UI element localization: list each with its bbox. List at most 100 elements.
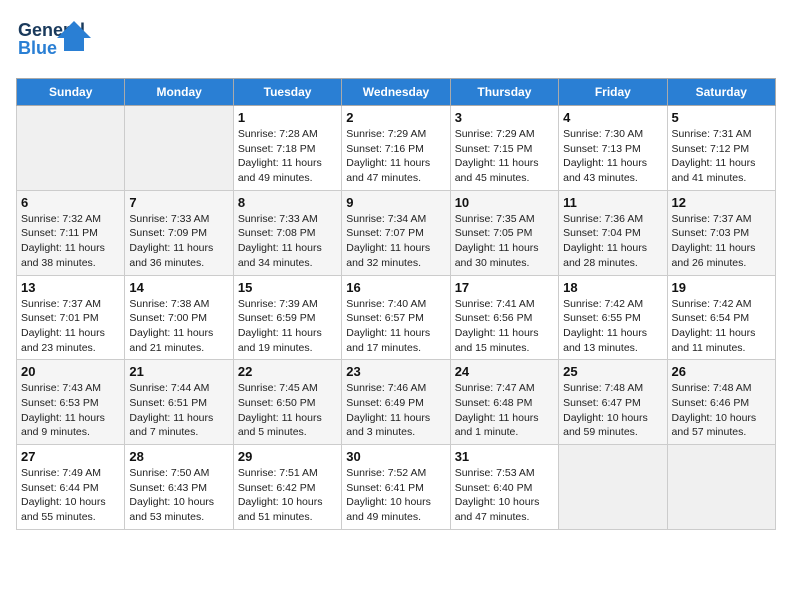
calendar-cell: 22 Sunrise: 7:45 AMSunset: 6:50 PMDayligh… bbox=[233, 360, 341, 445]
day-info: Sunrise: 7:49 AMSunset: 6:44 PMDaylight:… bbox=[21, 466, 120, 525]
calendar-cell: 9Sunrise: 7:34 AMSunset: 7:07 PMDaylight… bbox=[342, 190, 450, 275]
day-info: Sunrise: 7:40 AMSunset: 6:57 PMDaylight:… bbox=[346, 297, 445, 356]
day-number: 30 bbox=[346, 449, 445, 464]
day-number: 25 bbox=[563, 364, 662, 379]
day-info: Sunrise: 7:51 AMSunset: 6:42 PMDaylight:… bbox=[238, 466, 337, 525]
calendar-table: SundayMondayTuesdayWednesdayThursdayFrid… bbox=[16, 78, 776, 530]
calendar-cell: 24 Sunrise: 7:47 AMSunset: 6:48 PMDayligh… bbox=[450, 360, 558, 445]
day-number: 9 bbox=[346, 195, 445, 210]
day-info: Sunrise: 7:42 AMSunset: 6:54 PMDaylight:… bbox=[672, 297, 771, 356]
day-info: Sunrise: 7:48 AMSunset: 6:46 PMDaylight:… bbox=[672, 381, 771, 440]
calendar-cell bbox=[559, 445, 667, 530]
day-number: 23 bbox=[346, 364, 445, 379]
calendar-cell bbox=[667, 445, 775, 530]
day-info: Sunrise: 7:45 AMSunset: 6:50 PMDaylight:… bbox=[238, 381, 337, 440]
calendar-cell: 3Sunrise: 7:29 AMSunset: 7:15 PMDaylight… bbox=[450, 106, 558, 191]
calendar-cell: 20 Sunrise: 7:43 AMSunset: 6:53 PMDayligh… bbox=[17, 360, 125, 445]
day-info: Sunrise: 7:33 AMSunset: 7:09 PMDaylight:… bbox=[129, 212, 228, 271]
calendar-body: 1 Sunrise: 7:28 AMSunset: 7:18 PMDaylight… bbox=[17, 106, 776, 530]
day-info: Sunrise: 7:53 AMSunset: 6:40 PMDaylight:… bbox=[455, 466, 554, 525]
calendar-cell bbox=[125, 106, 233, 191]
header-day: Monday bbox=[125, 79, 233, 106]
day-info: Sunrise: 7:41 AMSunset: 6:56 PMDaylight:… bbox=[455, 297, 554, 356]
calendar-cell: 17 Sunrise: 7:41 AMSunset: 6:56 PMDayligh… bbox=[450, 275, 558, 360]
day-number: 26 bbox=[672, 364, 771, 379]
header-day: Tuesday bbox=[233, 79, 341, 106]
day-number: 6 bbox=[21, 195, 120, 210]
day-number: 5 bbox=[672, 110, 771, 125]
logo: GeneralBlue bbox=[16, 16, 96, 66]
calendar-cell: 28Sunrise: 7:50 AMSunset: 6:43 PMDayligh… bbox=[125, 445, 233, 530]
day-info: Sunrise: 7:30 AMSunset: 7:13 PMDaylight:… bbox=[563, 127, 662, 186]
calendar-week-row: 20 Sunrise: 7:43 AMSunset: 6:53 PMDayligh… bbox=[17, 360, 776, 445]
calendar-week-row: 27Sunrise: 7:49 AMSunset: 6:44 PMDayligh… bbox=[17, 445, 776, 530]
day-info: Sunrise: 7:52 AMSunset: 6:41 PMDaylight:… bbox=[346, 466, 445, 525]
calendar-cell bbox=[17, 106, 125, 191]
day-number: 19 bbox=[672, 280, 771, 295]
calendar-cell: 11 Sunrise: 7:36 AMSunset: 7:04 PMDayligh… bbox=[559, 190, 667, 275]
day-number: 11 bbox=[563, 195, 662, 210]
day-info: Sunrise: 7:29 AMSunset: 7:15 PMDaylight:… bbox=[455, 127, 554, 186]
day-number: 1 bbox=[238, 110, 337, 125]
header-day: Sunday bbox=[17, 79, 125, 106]
day-info: Sunrise: 7:42 AMSunset: 6:55 PMDaylight:… bbox=[563, 297, 662, 356]
day-number: 8 bbox=[238, 195, 337, 210]
day-info: Sunrise: 7:29 AMSunset: 7:16 PMDaylight:… bbox=[346, 127, 445, 186]
day-info: Sunrise: 7:31 AMSunset: 7:12 PMDaylight:… bbox=[672, 127, 771, 186]
day-number: 17 bbox=[455, 280, 554, 295]
day-info: Sunrise: 7:32 AMSunset: 7:11 PMDaylight:… bbox=[21, 212, 120, 271]
header-day: Saturday bbox=[667, 79, 775, 106]
header-day: Wednesday bbox=[342, 79, 450, 106]
day-number: 13 bbox=[21, 280, 120, 295]
calendar-cell: 30 Sunrise: 7:52 AMSunset: 6:41 PMDayligh… bbox=[342, 445, 450, 530]
day-info: Sunrise: 7:33 AMSunset: 7:08 PMDaylight:… bbox=[238, 212, 337, 271]
calendar-cell: 13 Sunrise: 7:37 AMSunset: 7:01 PMDayligh… bbox=[17, 275, 125, 360]
day-info: Sunrise: 7:37 AMSunset: 7:01 PMDaylight:… bbox=[21, 297, 120, 356]
day-number: 20 bbox=[21, 364, 120, 379]
calendar-cell: 2Sunrise: 7:29 AMSunset: 7:16 PMDaylight… bbox=[342, 106, 450, 191]
day-number: 22 bbox=[238, 364, 337, 379]
calendar-cell: 25Sunrise: 7:48 AMSunset: 6:47 PMDayligh… bbox=[559, 360, 667, 445]
calendar-cell: 27Sunrise: 7:49 AMSunset: 6:44 PMDayligh… bbox=[17, 445, 125, 530]
calendar-cell: 19 Sunrise: 7:42 AMSunset: 6:54 PMDayligh… bbox=[667, 275, 775, 360]
calendar-cell: 7 Sunrise: 7:33 AMSunset: 7:09 PMDaylight… bbox=[125, 190, 233, 275]
day-number: 29 bbox=[238, 449, 337, 464]
header-row: SundayMondayTuesdayWednesdayThursdayFrid… bbox=[17, 79, 776, 106]
calendar-cell: 6 Sunrise: 7:32 AMSunset: 7:11 PMDaylight… bbox=[17, 190, 125, 275]
calendar-header: SundayMondayTuesdayWednesdayThursdayFrid… bbox=[17, 79, 776, 106]
day-number: 24 bbox=[455, 364, 554, 379]
calendar-cell: 23 Sunrise: 7:46 AMSunset: 6:49 PMDayligh… bbox=[342, 360, 450, 445]
day-number: 10 bbox=[455, 195, 554, 210]
day-info: Sunrise: 7:36 AMSunset: 7:04 PMDaylight:… bbox=[563, 212, 662, 271]
day-number: 7 bbox=[129, 195, 228, 210]
calendar-cell: 5 Sunrise: 7:31 AMSunset: 7:12 PMDaylight… bbox=[667, 106, 775, 191]
calendar-week-row: 13 Sunrise: 7:37 AMSunset: 7:01 PMDayligh… bbox=[17, 275, 776, 360]
day-number: 4 bbox=[563, 110, 662, 125]
day-number: 15 bbox=[238, 280, 337, 295]
day-info: Sunrise: 7:38 AMSunset: 7:00 PMDaylight:… bbox=[129, 297, 228, 356]
day-info: Sunrise: 7:43 AMSunset: 6:53 PMDaylight:… bbox=[21, 381, 120, 440]
logo-svg: GeneralBlue bbox=[16, 16, 96, 66]
day-info: Sunrise: 7:47 AMSunset: 6:48 PMDaylight:… bbox=[455, 381, 554, 440]
calendar-cell: 12 Sunrise: 7:37 AMSunset: 7:03 PMDayligh… bbox=[667, 190, 775, 275]
day-number: 31 bbox=[455, 449, 554, 464]
calendar-cell: 26 Sunrise: 7:48 AMSunset: 6:46 PMDayligh… bbox=[667, 360, 775, 445]
day-info: Sunrise: 7:50 AMSunset: 6:43 PMDaylight:… bbox=[129, 466, 228, 525]
day-info: Sunrise: 7:28 AMSunset: 7:18 PMDaylight:… bbox=[238, 127, 337, 186]
calendar-cell: 15 Sunrise: 7:39 AMSunset: 6:59 PMDayligh… bbox=[233, 275, 341, 360]
day-number: 12 bbox=[672, 195, 771, 210]
calendar-cell: 14 Sunrise: 7:38 AMSunset: 7:00 PMDayligh… bbox=[125, 275, 233, 360]
day-info: Sunrise: 7:35 AMSunset: 7:05 PMDaylight:… bbox=[455, 212, 554, 271]
page-header: GeneralBlue bbox=[16, 16, 776, 66]
day-number: 14 bbox=[129, 280, 228, 295]
calendar-cell: 8 Sunrise: 7:33 AMSunset: 7:08 PMDaylight… bbox=[233, 190, 341, 275]
day-info: Sunrise: 7:46 AMSunset: 6:49 PMDaylight:… bbox=[346, 381, 445, 440]
day-info: Sunrise: 7:44 AMSunset: 6:51 PMDaylight:… bbox=[129, 381, 228, 440]
calendar-cell: 29 Sunrise: 7:51 AMSunset: 6:42 PMDayligh… bbox=[233, 445, 341, 530]
day-info: Sunrise: 7:39 AMSunset: 6:59 PMDaylight:… bbox=[238, 297, 337, 356]
day-info: Sunrise: 7:37 AMSunset: 7:03 PMDaylight:… bbox=[672, 212, 771, 271]
day-number: 18 bbox=[563, 280, 662, 295]
calendar-cell: 21Sunrise: 7:44 AMSunset: 6:51 PMDayligh… bbox=[125, 360, 233, 445]
day-number: 16 bbox=[346, 280, 445, 295]
header-day: Friday bbox=[559, 79, 667, 106]
